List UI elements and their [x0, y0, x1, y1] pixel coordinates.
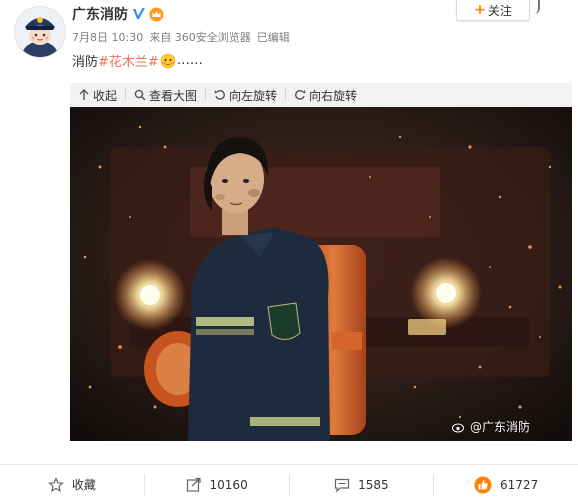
- rotate-right-icon: [295, 90, 306, 100]
- follow-label: 关注: [487, 3, 512, 18]
- photo-watermark-text: @广东消防: [469, 420, 530, 434]
- post-text-ellipsis: ……: [176, 53, 203, 68]
- police-cartoon-avatar: [15, 7, 65, 57]
- edited-label[interactable]: 已编辑: [257, 29, 290, 45]
- plus-icon: +: [474, 2, 486, 18]
- media-toolbar: 收起 查看大图 向左旋转 向右旋转: [70, 83, 572, 107]
- vip-crown-icon[interactable]: [149, 7, 164, 22]
- author-avatar[interactable]: [14, 6, 66, 58]
- dropdown-handle-icon[interactable]: [530, 0, 540, 14]
- verified-v-icon[interactable]: [132, 7, 146, 21]
- like-count: 61727: [500, 477, 539, 492]
- collapse-label: 收起: [93, 88, 118, 103]
- comment-count: 1585: [358, 477, 389, 492]
- weibo-logo-icon: [451, 423, 464, 432]
- weibo-post: 广东消防 + 关注 7月8日 10:30 来自 360安全浏览器 已编辑 消防 …: [0, 0, 578, 504]
- collapse-button[interactable]: 收起: [70, 83, 125, 107]
- author-name[interactable]: 广东消防: [72, 4, 128, 24]
- thumbs-up-icon: [474, 476, 492, 493]
- post-source[interactable]: 来自 360安全浏览器: [149, 29, 251, 45]
- favorite-label: 收藏: [71, 478, 96, 492]
- rotate-right-button[interactable]: 向右旋转: [286, 83, 365, 107]
- post-text: 消防 #花木兰# ……: [72, 51, 203, 70]
- comment-button[interactable]: 1585: [288, 473, 434, 496]
- comment-icon: [334, 478, 350, 492]
- favorite-button[interactable]: 收藏: [0, 474, 144, 496]
- rotate-left-icon: [214, 90, 225, 100]
- view-large-button[interactable]: 查看大图: [126, 83, 205, 107]
- rotate-right-label: 向右旋转: [309, 88, 358, 103]
- firefighter-photo: [70, 107, 572, 441]
- blush-smiley-icon: [160, 53, 176, 68]
- author-line: 广东消防: [72, 4, 164, 24]
- repost-count: 10160: [209, 477, 248, 492]
- collapse-arrow-icon: [79, 89, 89, 100]
- follow-button[interactable]: + 关注: [456, 0, 530, 21]
- repost-button[interactable]: 10160: [143, 473, 289, 496]
- magnifier-icon: [134, 89, 146, 101]
- rotate-left-label: 向左旋转: [229, 88, 278, 103]
- post-time[interactable]: 7月8日 10:30: [72, 29, 143, 45]
- photo-watermark: @广东消防: [451, 418, 530, 435]
- rotate-left-button[interactable]: 向左旋转: [206, 83, 285, 107]
- post-meta: 7月8日 10:30 来自 360安全浏览器 已编辑: [72, 29, 290, 45]
- like-button[interactable]: 61727: [433, 473, 578, 496]
- action-bar: 收藏 10160 1585 61727: [0, 464, 578, 504]
- share-icon: [186, 477, 201, 492]
- hashtag-link[interactable]: #花木兰#: [98, 51, 159, 70]
- view-large-label: 查看大图: [149, 88, 198, 103]
- star-icon: [47, 476, 64, 492]
- post-text-prefix: 消防: [72, 55, 99, 70]
- post-photo[interactable]: @广东消防: [70, 107, 572, 441]
